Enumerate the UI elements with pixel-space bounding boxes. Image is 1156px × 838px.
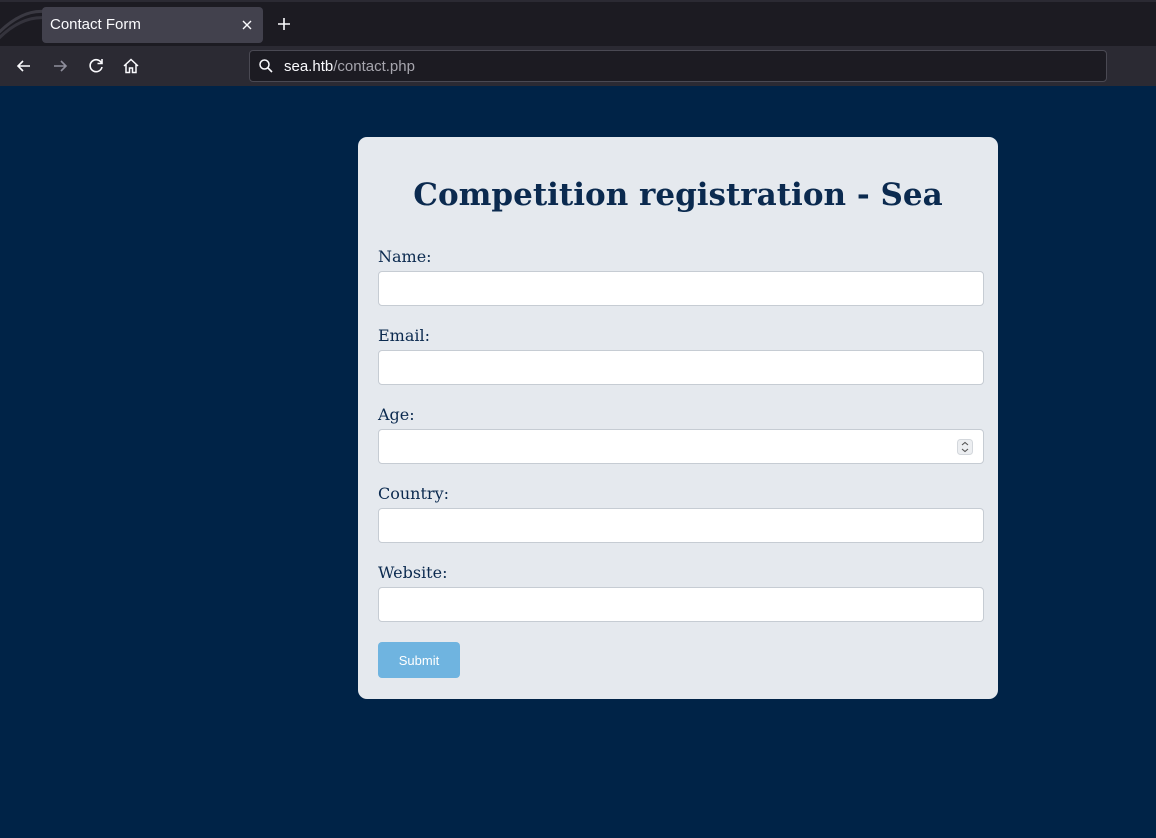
- home-icon[interactable]: [121, 56, 141, 76]
- country-input[interactable]: [378, 508, 984, 543]
- email-label: Email:: [378, 326, 431, 345]
- close-icon[interactable]: [241, 16, 253, 30]
- url-bar[interactable]: sea.htb/contact.php: [249, 50, 1107, 82]
- back-arrow-icon[interactable]: [14, 56, 34, 76]
- reload-icon[interactable]: [86, 56, 106, 76]
- submit-button[interactable]: Submit: [378, 642, 460, 678]
- email-input[interactable]: [378, 350, 984, 385]
- url-text: sea.htb/contact.php: [284, 58, 415, 75]
- nav-toolbar: sea.htb/contact.php: [0, 46, 1156, 86]
- page-title: Competition registration - Sea: [413, 177, 943, 213]
- website-input[interactable]: [378, 587, 984, 622]
- age-label: Age:: [378, 405, 415, 424]
- tab-contact-form[interactable]: Contact Form: [42, 7, 263, 43]
- name-input[interactable]: [378, 271, 984, 306]
- tab-bar: Contact Form: [0, 0, 1156, 46]
- url-host: sea.htb: [284, 58, 334, 75]
- country-label: Country:: [378, 484, 449, 503]
- registration-card: Competition registration - Sea Name: Ema…: [358, 137, 998, 699]
- search-icon: [258, 58, 274, 74]
- plus-icon[interactable]: [275, 15, 293, 33]
- website-label: Website:: [378, 563, 448, 582]
- age-input[interactable]: [378, 429, 984, 464]
- name-label: Name:: [378, 247, 432, 266]
- url-path: /contact.php: [333, 58, 415, 75]
- theme-art: [0, 2, 48, 48]
- spinner-arrows-icon[interactable]: [957, 439, 973, 455]
- forward-arrow-icon[interactable]: [50, 56, 70, 76]
- tab-title: Contact Form: [50, 16, 141, 33]
